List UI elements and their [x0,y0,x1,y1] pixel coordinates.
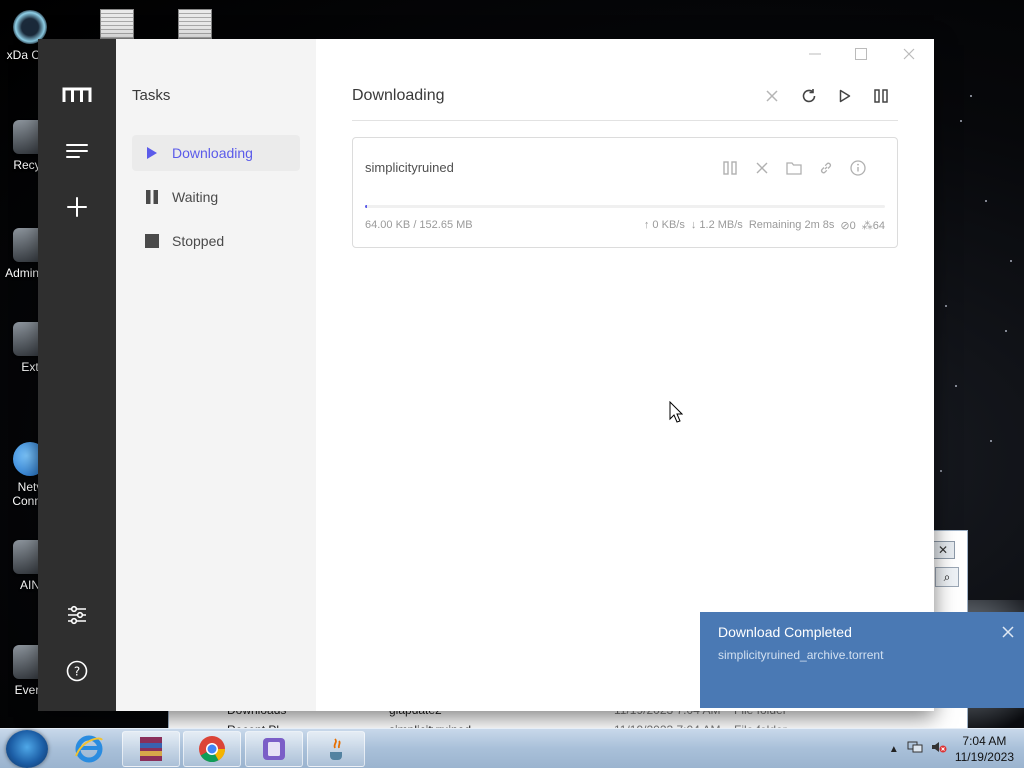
volume-muted-icon[interactable] [931,740,947,759]
nav-item-label: Downloading [172,145,253,161]
close-icon[interactable] [1000,624,1016,640]
main-content: Downloading simplicityruined 64.00 KB / … [316,39,934,711]
menu-icon[interactable] [59,133,95,169]
nav-item-downloading[interactable]: Downloading [132,135,300,171]
motrix-window: ? Tasks Downloading Waiting Stopped Down… [38,39,934,711]
divider [352,120,898,121]
task-progress-bar [365,205,885,208]
toast-message: simplicityruined_archive.torrent [718,648,884,662]
search-icon[interactable]: ⌕ [935,567,959,587]
link-icon[interactable] [816,158,836,178]
chrome-taskbar-icon[interactable] [183,731,241,767]
peers-count: ⁂64 [861,220,885,232]
pause-icon [132,190,172,204]
toast-title: Download Completed [718,624,852,640]
download-completed-toast[interactable]: Download Completed simplicityruined_arch… [700,612,1024,708]
preferences-icon[interactable] [59,597,95,633]
clear-icon[interactable] [761,85,783,107]
remaining-time: Remaining 2m 8s [748,219,835,231]
nav-item-label: Waiting [172,189,219,205]
tasks-panel: Tasks Downloading Waiting Stopped [116,39,316,711]
winrar-taskbar-icon[interactable] [122,731,180,767]
peers-icon: ⁂ [861,220,873,232]
taskbar: ▲ 7:04 AM 11/19/2023 [0,728,1024,768]
maximize-icon[interactable] [846,45,876,63]
download-speed: ↓ 1.2 MB/s [690,219,743,231]
mouse-cursor-icon [669,400,684,428]
task-delete-icon[interactable] [752,158,772,178]
add-task-icon[interactable] [59,189,95,225]
system-tray: ▲ 7:04 AM 11/19/2023 [889,732,1014,766]
upload-speed: ↑ 0 KB/s [643,219,685,231]
close-icon[interactable]: ✕ [931,541,955,559]
task-stats: ↑ 0 KB/s ↓ 1.2 MB/s Remaining 2m 8s ⊘0 ⁂… [644,219,885,232]
logo-icon[interactable] [59,77,95,113]
close-window-icon[interactable] [894,45,924,63]
task-card[interactable]: simplicityruined 64.00 KB / 152.65 MB ↑ … [352,137,898,248]
info-icon[interactable] [848,158,868,178]
panel-title: Tasks [132,87,171,104]
start-button[interactable] [6,730,48,768]
task-size: 64.00 KB / 152.65 MB [365,219,473,231]
task-pause-icon[interactable] [720,158,740,178]
folder-icon[interactable] [784,158,804,178]
app-taskbar-icon[interactable] [245,731,303,767]
pause-all-icon[interactable] [870,85,892,107]
clock[interactable]: 7:04 AM 11/19/2023 [955,733,1014,765]
network-tray-icon[interactable] [907,740,923,759]
resume-all-icon[interactable] [834,85,856,107]
desktop-document-thumbnail[interactable] [178,9,212,39]
nav-item-label: Stopped [172,233,225,249]
seeders-icon: ⊘ [840,220,850,232]
desktop-document-thumbnail[interactable] [100,9,134,39]
svg-text:?: ? [74,665,80,679]
stop-icon [132,234,172,248]
show-hidden-icons-icon[interactable]: ▲ [889,744,899,755]
clock-date: 11/19/2023 [954,750,1014,764]
nav-item-stopped[interactable]: Stopped [132,223,300,259]
app-rail: ? [38,39,116,711]
play-icon [132,146,172,160]
clock-time: 7:04 AM [962,734,1007,748]
task-name: simplicityruined [365,160,454,175]
nav-item-waiting[interactable]: Waiting [132,179,300,215]
internet-explorer-taskbar-icon[interactable] [60,731,118,767]
minimize-icon[interactable] [800,45,830,63]
help-icon[interactable]: ? [59,653,95,689]
page-title: Downloading [352,87,445,104]
task-progress-fill [365,205,368,208]
seeders-count: ⊘0 [840,220,856,232]
refresh-icon[interactable] [798,85,820,107]
java-taskbar-icon[interactable] [307,731,365,767]
